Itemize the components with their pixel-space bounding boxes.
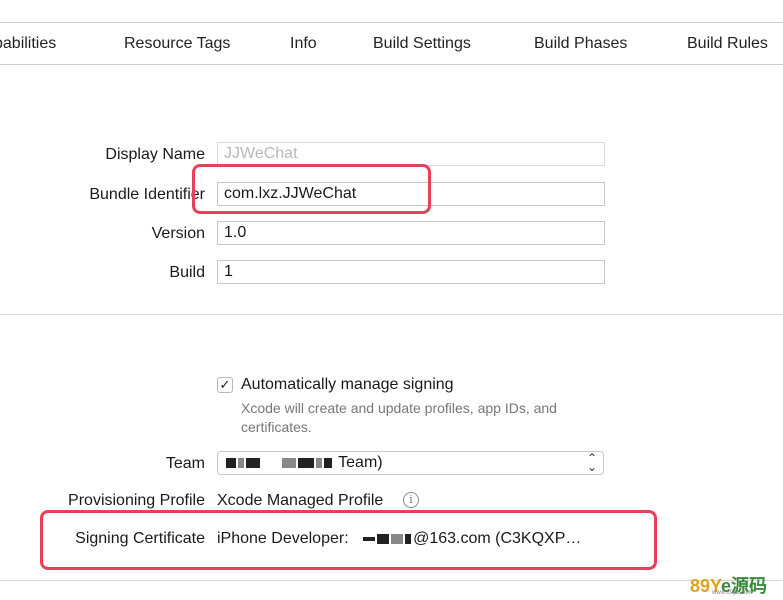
redacted-block	[282, 457, 296, 468]
tab-build-settings[interactable]: Build Settings	[373, 35, 471, 53]
tab-build-phases[interactable]: Build Phases	[534, 35, 627, 53]
auto-manage-signing-label: Automatically manage signing	[241, 376, 454, 393]
tab-capabilities[interactable]: pabilities	[0, 35, 56, 53]
build-field[interactable]: 1	[217, 260, 605, 284]
auto-manage-signing-hint: Xcode will create and update profiles, a…	[241, 400, 557, 435]
redacted-block	[316, 457, 322, 468]
chevron-down-icon: ⌄	[586, 460, 597, 474]
chevron-up-down-icon: ⌃ ⌄	[586, 452, 597, 474]
info-icon[interactable]: i	[403, 492, 419, 508]
version-field[interactable]: 1.0	[217, 221, 605, 245]
redacted-block	[238, 457, 244, 468]
tab-info[interactable]: Info	[290, 35, 317, 53]
redacted-block	[298, 457, 314, 468]
bottom-divider	[0, 580, 783, 581]
section-divider	[0, 314, 783, 315]
xcode-general-pane: pabilities Resource Tags Info Build Sett…	[0, 0, 783, 600]
watermark-logo: 89Ye源码 www.89ye.com	[690, 572, 767, 598]
auto-manage-signing-checkbox[interactable]: ✓	[217, 377, 233, 393]
tab-build-rules[interactable]: Build Rules	[687, 35, 768, 53]
bundle-identifier-label: Bundle Identifier	[89, 186, 205, 203]
team-popup[interactable]: Team) ⌃ ⌄	[217, 451, 604, 475]
signing-certificate-highlight	[40, 510, 657, 570]
display-name-field[interactable]: JJWeChat	[217, 142, 605, 166]
bundle-id-highlight	[192, 164, 431, 214]
build-label: Build	[169, 264, 205, 281]
provisioning-profile-value: Xcode Managed Profile	[217, 492, 384, 509]
team-label: Team	[165, 455, 205, 472]
redacted-block	[324, 457, 332, 468]
display-name-label: Display Name	[105, 146, 205, 163]
watermark-sub: www.89ye.com	[712, 590, 753, 596]
redacted-block	[226, 457, 236, 468]
version-label: Version	[151, 225, 205, 242]
team-value: Team)	[338, 454, 383, 471]
provisioning-profile-label: Provisioning Profile	[68, 492, 205, 509]
redacted-block	[246, 457, 260, 468]
editor-tab-bar: pabilities Resource Tags Info Build Sett…	[0, 22, 783, 65]
tab-resource-tags[interactable]: Resource Tags	[124, 35, 230, 53]
